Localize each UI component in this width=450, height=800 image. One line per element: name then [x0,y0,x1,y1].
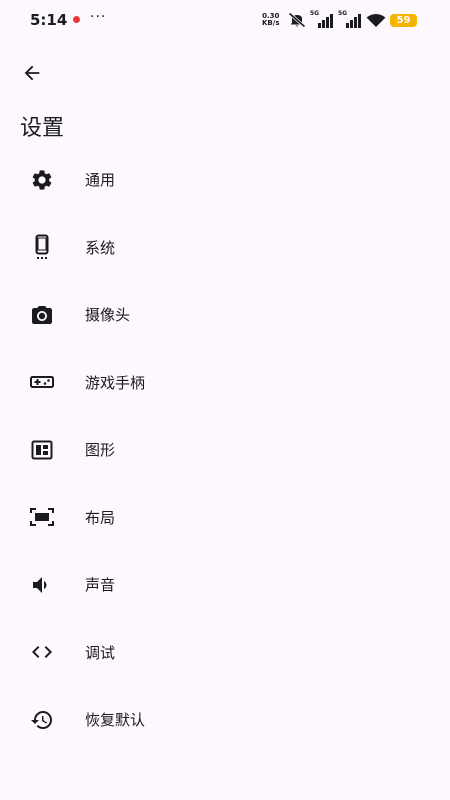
gamepad-icon [28,368,56,396]
gear-icon [28,166,56,194]
settings-item-graphics[interactable]: 图形 [0,416,450,484]
settings-item-label: 游戏手柄 [85,373,146,392]
phone-icon [28,233,56,261]
network-speed: 0.30 KB/s [262,13,279,27]
settings-item-label: 调试 [85,643,116,662]
back-button[interactable] [14,55,50,91]
settings-item-label: 通用 [85,171,116,190]
settings-item-gamepad[interactable]: 游戏手柄 [0,349,450,417]
settings-item-layout[interactable]: 布局 [0,484,450,552]
notification-dot-icon [73,16,80,23]
code-icon [28,638,56,666]
settings-item-label: 摄像头 [85,306,131,325]
settings-item-sound[interactable]: 声音 [0,551,450,619]
status-time: 5:14 [30,11,68,29]
restore-icon [28,706,56,734]
camera-icon [28,301,56,329]
network-speed-unit: KB/s [262,19,280,27]
settings-item-general[interactable]: 通用 [0,146,450,214]
arrow-left-icon [24,65,40,81]
page-title: 设置 [20,116,65,141]
wifi-icon [366,14,386,27]
settings-item-restore-defaults[interactable]: 恢复默认 [0,686,450,754]
cell-signal-icon: 5G [310,11,334,29]
settings-item-label: 恢复默认 [85,711,146,730]
settings-item-camera[interactable]: 摄像头 [0,281,450,349]
status-bar: 5:14 ··· 0.30 KB/s 5G 5G 59 [0,0,450,40]
battery-icon: 59 [390,14,417,27]
mute-icon [288,12,306,28]
settings-item-system[interactable]: 系统 [0,214,450,282]
settings-item-debug[interactable]: 调试 [0,619,450,687]
settings-item-label: 图形 [85,441,116,460]
layout-icon [28,503,56,531]
settings-item-label: 系统 [85,238,116,257]
settings-item-label: 布局 [85,508,116,527]
settings-item-label: 声音 [85,576,116,595]
speaker-icon [28,571,56,599]
graphics-icon [28,436,56,464]
more-notifications-icon: ··· [90,9,107,25]
cell-signal-icon: 5G [338,11,362,29]
settings-list: 通用 系统 摄像头 游戏手柄 图形 布局 声音 调试 恢复默认 [0,146,450,754]
